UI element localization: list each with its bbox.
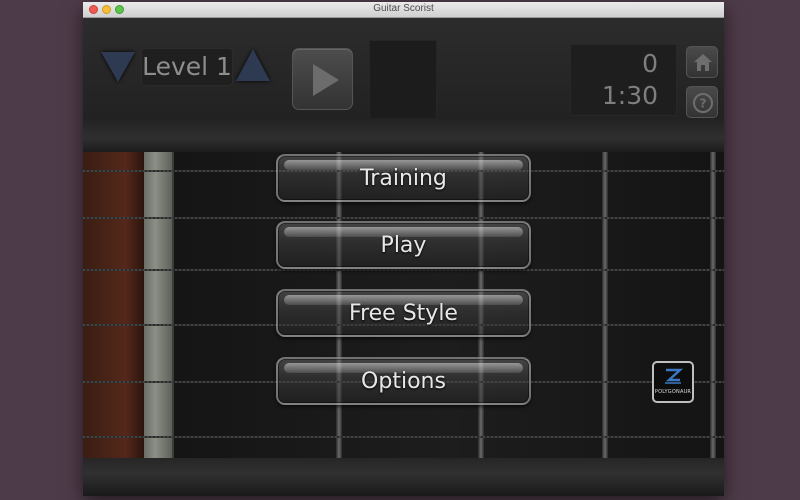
guitar-fretboard: Training Play Free Style Options POLYGON… [83, 118, 724, 496]
fretboard-bottom-rail [83, 458, 724, 496]
free-style-button-label: Free Style [349, 301, 458, 326]
fret-wire [602, 152, 608, 458]
polygonaur-logo-icon [665, 368, 683, 384]
guitar-string [83, 436, 724, 438]
level-down-icon[interactable] [101, 52, 135, 82]
training-button[interactable]: Training [276, 154, 531, 202]
free-style-button[interactable]: Free Style [276, 289, 531, 337]
guitar-string [83, 217, 724, 219]
guitar-nut [144, 152, 174, 458]
top-toolbar: Level 1 0 1:30 ? [83, 18, 724, 120]
options-button-label: Options [361, 369, 446, 394]
score-value: 0 [642, 49, 658, 78]
play-mode-button[interactable]: Play [276, 221, 531, 269]
question-icon: ? [693, 93, 713, 113]
level-label: Level 1 [141, 48, 233, 86]
home-button[interactable] [686, 46, 718, 78]
note-display [369, 40, 437, 120]
timer-value: 1:30 [601, 81, 658, 110]
guitar-string [83, 269, 724, 271]
options-button[interactable]: Options [276, 357, 531, 405]
title-bar[interactable]: Guitar Scorist [83, 2, 724, 18]
play-mode-button-label: Play [380, 233, 427, 258]
polygonaur-logo-button[interactable]: POLYGONAUR [652, 361, 694, 403]
training-button-label: Training [360, 166, 447, 191]
app-window: Guitar Scorist Level 1 0 1:30 ? Training… [83, 2, 724, 496]
level-up-icon[interactable] [236, 49, 270, 81]
logo-text: POLYGONAUR [654, 389, 692, 395]
score-panel: 0 1:30 [570, 44, 677, 116]
help-button[interactable]: ? [686, 86, 718, 118]
headstock [83, 152, 144, 458]
window-title: Guitar Scorist [373, 3, 434, 14]
play-icon [313, 64, 339, 96]
fret-wire [710, 152, 716, 458]
play-button[interactable] [292, 48, 353, 110]
fretboard-top-rail [83, 118, 724, 152]
home-icon [694, 54, 712, 71]
svg-text:?: ? [700, 97, 707, 111]
